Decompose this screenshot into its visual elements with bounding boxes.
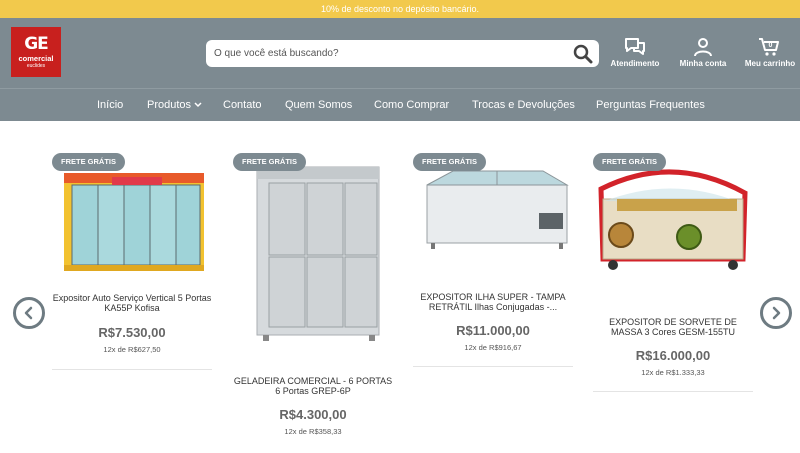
product-card[interactable]: FRETE GRÁTIS Expositor Auto Serviço Vert… bbox=[52, 153, 212, 373]
logo-mark: GE bbox=[24, 33, 49, 54]
product-card[interactable]: FRETE GRÁTIS EXPOSITOR DE SORVETE DE MAS… bbox=[593, 153, 753, 393]
product-name[interactable]: EXPOSITOR ILHA SUPER - TAMPA RETRÁTIL Il… bbox=[413, 292, 573, 312]
promo-text: 10% de desconto no depósito bancário. bbox=[320, 4, 480, 14]
divider bbox=[413, 366, 573, 367]
nav-item-produtos-label: Produtos bbox=[147, 99, 192, 111]
account-label: Minha conta bbox=[679, 59, 727, 68]
main-nav: Início Produtos Contato Quem Somos Como … bbox=[0, 88, 800, 121]
logo-sub: euclides bbox=[26, 62, 46, 69]
user-icon bbox=[694, 38, 712, 57]
nav-item-contato[interactable]: Contato bbox=[223, 89, 262, 122]
nav-item-como-comprar[interactable]: Como Comprar bbox=[374, 89, 449, 122]
carousel-prev-button[interactable] bbox=[13, 297, 45, 329]
product-image[interactable] bbox=[52, 159, 212, 277]
product-name[interactable]: Expositor Auto Serviço Vertical 5 Portas… bbox=[52, 293, 212, 313]
product-installments: 12x de R$916,67 bbox=[464, 343, 522, 352]
chevron-down-icon bbox=[194, 102, 202, 108]
support-link[interactable]: Atendimento bbox=[607, 37, 663, 68]
product-price: R$4.300,00 bbox=[279, 407, 347, 422]
free-shipping-badge: FRETE GRÁTIS bbox=[52, 153, 126, 171]
nav-item-quem-somos[interactable]: Quem Somos bbox=[285, 89, 352, 122]
product-installments: 12x de R$358,33 bbox=[284, 427, 342, 436]
support-label: Atendimento bbox=[610, 59, 660, 68]
search-input[interactable] bbox=[214, 40, 564, 67]
free-shipping-badge: FRETE GRÁTIS bbox=[593, 153, 667, 171]
free-shipping-badge: FRETE GRÁTIS bbox=[233, 153, 307, 171]
product-carousel: FRETE GRÁTIS Expositor Auto Serviço Vert… bbox=[0, 121, 800, 453]
product-installments: 12x de R$627,50 bbox=[103, 345, 161, 354]
product-image[interactable] bbox=[593, 159, 753, 281]
cart-label: Meu carrinho bbox=[744, 59, 796, 68]
chevron-right-icon bbox=[772, 306, 781, 320]
product-name[interactable]: GELADEIRA COMERCIAL - 6 PORTAS 6 Portas … bbox=[233, 376, 393, 396]
nav-item-trocas[interactable]: Trocas e Devoluções bbox=[472, 89, 575, 122]
product-installments: 12x de R$1.333,33 bbox=[641, 368, 705, 377]
product-card[interactable]: FRETE GRÁTIS EXPOSITOR ILHA SUPER - TAMP… bbox=[413, 153, 573, 373]
product-price: R$7.530,00 bbox=[98, 325, 166, 340]
promo-bar: 10% de desconto no depósito bancário. bbox=[0, 0, 800, 18]
account-link[interactable]: Minha conta bbox=[675, 37, 731, 68]
chat-icon bbox=[625, 38, 645, 55]
product-price: R$16.000,00 bbox=[635, 348, 711, 363]
cart-link[interactable]: 0 Meu carrinho bbox=[741, 37, 799, 68]
product-image[interactable] bbox=[413, 161, 573, 261]
nav-item-produtos[interactable]: Produtos bbox=[147, 89, 202, 122]
divider bbox=[593, 391, 753, 392]
cart-icon: 0 bbox=[759, 38, 779, 56]
nav-item-faq[interactable]: Perguntas Frequentes bbox=[596, 89, 705, 122]
logo-brand: comercial bbox=[18, 53, 54, 63]
carousel-next-button[interactable] bbox=[760, 297, 792, 329]
product-name[interactable]: EXPOSITOR DE SORVETE DE MASSA 3 Cores GE… bbox=[593, 317, 753, 337]
logo[interactable]: GE comercial euclides bbox=[11, 27, 61, 77]
product-price: R$11.000,00 bbox=[456, 323, 530, 338]
chevron-left-icon bbox=[24, 306, 33, 320]
product-card[interactable]: FRETE GRÁTIS GELADEIRA COMERCIAL - 6 POR… bbox=[233, 153, 393, 453]
search-icon[interactable] bbox=[573, 44, 593, 64]
cart-count: 0 bbox=[769, 42, 773, 49]
nav-item-inicio[interactable]: Início bbox=[97, 89, 123, 122]
header: GE comercial euclides Atendimento Minha … bbox=[0, 18, 800, 88]
search-box bbox=[206, 40, 599, 67]
free-shipping-badge: FRETE GRÁTIS bbox=[413, 153, 487, 171]
divider bbox=[52, 369, 212, 370]
product-image[interactable] bbox=[233, 157, 393, 343]
